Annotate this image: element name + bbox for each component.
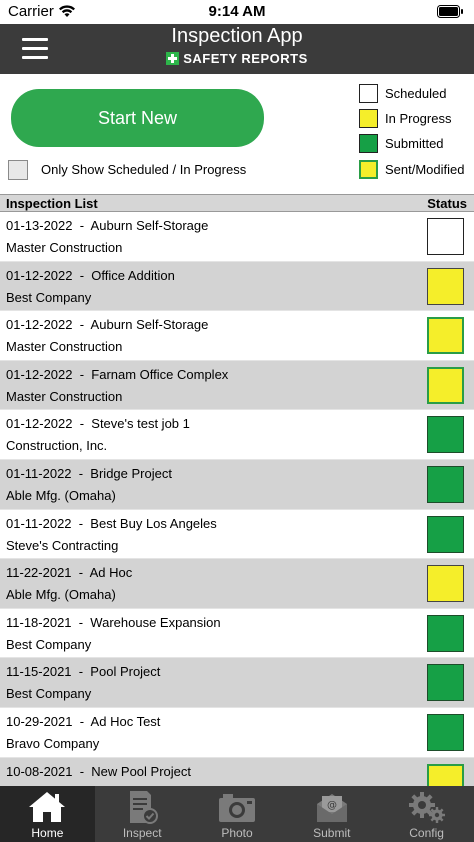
status-sent-modified-box (427, 366, 464, 404)
row-company: Able Mfg. (Omaha) (6, 487, 116, 503)
app-header: Inspection App SAFETY REPORTS (0, 24, 474, 74)
legend-swatch-scheduled (359, 84, 378, 103)
status-submitted-box (427, 713, 464, 751)
tab-label: Photo (221, 826, 253, 840)
brand-logo: SAFETY REPORTS (0, 51, 474, 66)
legend-label: In Progress (385, 111, 452, 126)
row-company: Best Company (6, 636, 92, 652)
tab-home[interactable]: Home (0, 786, 95, 842)
tab-label: Inspect (122, 826, 162, 840)
status-column-header: Status (427, 196, 467, 211)
row-date-project: 01-12-2022 - Auburn Self-Storage (6, 317, 209, 333)
status-submitted-box (427, 465, 464, 503)
status-submitted-box (427, 416, 464, 454)
status-submitted-box (427, 515, 464, 553)
row-date-project: 11-22-2021 - Ad Hoc (6, 565, 133, 581)
row-company: Best Company (6, 289, 92, 305)
app-title: Inspection App (171, 25, 303, 47)
legend-label: Sent/Modified (385, 162, 465, 177)
tab-config[interactable]: Config (379, 786, 474, 842)
status-submitted-box (427, 664, 464, 702)
tab-label: Submit (313, 826, 351, 840)
row-date-project: 10-29-2021 - Ad Hoc Test (6, 713, 161, 729)
row-date-project: 01-11-2022 - Best Buy Los Angeles (6, 515, 217, 531)
ios-status-bar: Carrier 9:14 AM (0, 0, 474, 24)
inspection-list: 01-13-2022 - Auburn Self-Storage Master … (0, 212, 474, 808)
row-company: Best Company (6, 686, 92, 702)
tab-inspect[interactable]: Inspect (95, 786, 190, 842)
inspection-row[interactable]: 11-22-2021 - Ad Hoc Able Mfg. (Omaha) (0, 559, 474, 609)
inspection-row[interactable]: 01-12-2022 - Office Addition Best Compan… (0, 261, 474, 312)
row-date-project: 01-12-2022 - Steve's test job 1 (6, 416, 190, 432)
row-company: Master Construction (6, 388, 123, 404)
status-in-progress-box (427, 565, 464, 603)
plus-cross-icon (166, 52, 180, 65)
svg-text:@: @ (327, 800, 337, 811)
inspection-row[interactable]: 11-18-2021 - Warehouse Expansion Best Co… (0, 608, 474, 659)
legend-swatch-sent-modified (359, 160, 378, 179)
clipboard-check-icon (95, 790, 190, 824)
legend-swatch-in-progress (359, 109, 378, 128)
start-new-button[interactable]: Start New (11, 89, 264, 147)
row-date-project: 01-11-2022 - Bridge Project (6, 465, 172, 481)
status-scheduled-box (427, 218, 464, 255)
row-date-project: 11-18-2021 - Warehouse Expansion (6, 614, 221, 630)
filter-label: Only Show Scheduled / In Progress (41, 162, 247, 177)
tab-photo[interactable]: Photo (190, 786, 285, 842)
inspection-row[interactable]: 01-11-2022 - Bridge Project Able Mfg. (O… (0, 459, 474, 510)
mail-submit-icon: @ (284, 790, 379, 824)
row-company: Master Construction (6, 339, 123, 355)
row-company: Master Construction (6, 240, 123, 255)
camera-icon (190, 790, 285, 824)
battery-icon (437, 5, 464, 23)
inspection-row[interactable]: 01-11-2022 - Best Buy Los Angeles Steve'… (0, 509, 474, 560)
clock-time: 9:14 AM (208, 3, 266, 20)
gears-icon (379, 790, 474, 824)
inspection-row[interactable]: 01-12-2022 - Farnam Office Complex Maste… (0, 360, 474, 411)
inspection-list-header: Inspection List Status (0, 194, 474, 212)
brand-text: SAFETY REPORTS (183, 51, 308, 66)
status-in-progress-box (427, 267, 464, 305)
row-date-project: 10-08-2021 - New Pool Project (6, 763, 191, 779)
inspection-row[interactable]: 10-29-2021 - Ad Hoc Test Bravo Company (0, 707, 474, 758)
row-date-project: 01-13-2022 - Auburn Self-Storage (6, 218, 209, 233)
row-company: Able Mfg. (Omaha) (6, 587, 116, 603)
status-sent-modified-box (427, 317, 464, 355)
home-icon (0, 790, 95, 824)
filter-checkbox[interactable] (8, 160, 28, 180)
legend-label: Scheduled (385, 86, 447, 101)
bottom-tab-bar: Home Inspect Photo @ Submit Config (0, 786, 474, 842)
row-date-project: 01-12-2022 - Office Addition (6, 267, 175, 283)
inspection-row[interactable]: 11-15-2021 - Pool Project Best Company (0, 658, 474, 708)
inspection-row[interactable]: 01-12-2022 - Auburn Self-Storage Master … (0, 311, 474, 361)
list-title: Inspection List (6, 196, 98, 211)
tab-label: Home (31, 826, 64, 840)
row-date-project: 01-12-2022 - Farnam Office Complex (6, 366, 229, 382)
row-company: Steve's Contracting (6, 537, 119, 553)
status-submitted-box (427, 614, 464, 652)
row-company: Bravo Company (6, 735, 100, 751)
inspection-row[interactable]: 01-12-2022 - Steve's test job 1 Construc… (0, 410, 474, 460)
row-company: Construction, Inc. (6, 438, 108, 454)
tab-submit[interactable]: @ Submit (284, 786, 379, 842)
legend-swatch-submitted (359, 134, 378, 153)
legend-label: Submitted (385, 136, 444, 151)
inspection-row[interactable]: 01-13-2022 - Auburn Self-Storage Master … (0, 212, 474, 262)
row-date-project: 11-15-2021 - Pool Project (6, 664, 161, 680)
tab-label: Config (409, 826, 444, 840)
